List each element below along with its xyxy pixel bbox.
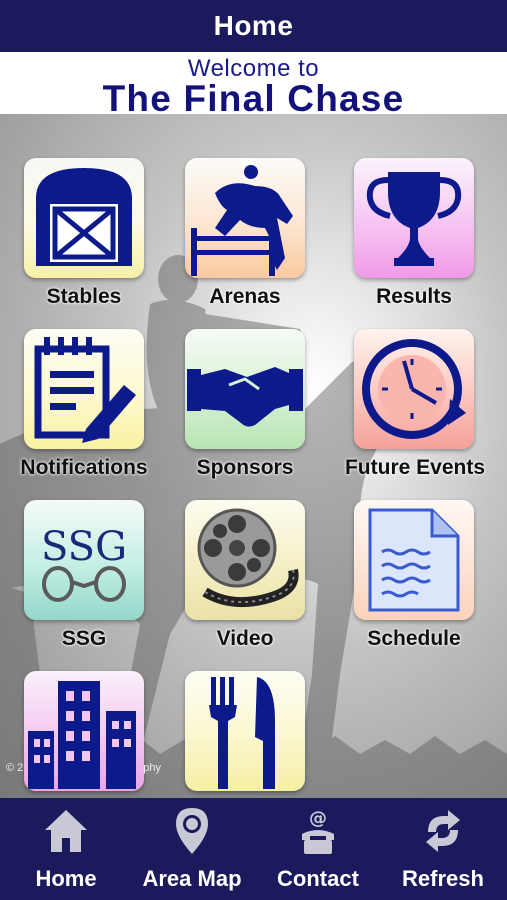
nav-area-map[interactable]: Area Map (130, 798, 254, 900)
house-icon (45, 810, 87, 852)
phone-icon: @ (302, 808, 334, 854)
nav-home[interactable]: Home (12, 798, 120, 900)
notifications-tile[interactable] (24, 329, 144, 449)
clock-icon (362, 339, 466, 439)
handshake-icon (187, 367, 303, 427)
notepad-pencil-icon (34, 337, 136, 443)
copyright-left: © 2 (6, 762, 24, 774)
tile-label-arenas: Arenas (209, 285, 281, 308)
show-jumping-icon (191, 165, 293, 276)
nav-contact[interactable]: @ Contact (262, 798, 374, 900)
fork-knife-icon (209, 677, 275, 789)
nav-area-map-label: Area Map (142, 866, 242, 891)
header-bar: Home (0, 0, 507, 52)
tile-label-sponsors: Sponsors (196, 456, 294, 479)
nav-contact-label: Contact (277, 866, 359, 891)
svg-text:@: @ (309, 808, 327, 829)
tile-label-video: Video (216, 627, 274, 650)
barn-icon (36, 168, 132, 266)
nav-home-label: Home (35, 866, 97, 891)
event-title: The Final Chase (102, 78, 405, 119)
page-title: Home (213, 10, 294, 41)
main-grid-area: Stables Arenas Results Notifications Spo… (0, 114, 507, 798)
nav-refresh-label: Refresh (402, 866, 484, 891)
sponsors-tile[interactable] (185, 329, 305, 449)
nav-refresh[interactable]: Refresh (388, 798, 498, 900)
welcome-banner: Welcome to The Final Chase (0, 52, 507, 119)
tile-label-notifications: Notifications (20, 456, 148, 479)
ssg-logo-text: SSG (41, 524, 127, 570)
copyright-right: phy (143, 762, 162, 774)
dining-tile[interactable] (185, 671, 305, 791)
document-icon (368, 508, 460, 612)
video-tile[interactable] (185, 500, 305, 620)
schedule-tile[interactable] (354, 500, 474, 620)
bottom-nav-bar: Home Area Map @ Contact Refresh (0, 798, 507, 900)
future-events-tile[interactable] (354, 329, 474, 449)
tile-label-results: Results (376, 285, 452, 308)
tile-label-schedule: Schedule (367, 627, 461, 650)
photo-copyright: © 2 phy (6, 762, 161, 774)
refresh-icon (426, 810, 460, 852)
trophy-icon (366, 172, 462, 266)
tile-label-future-events: Future Events (344, 456, 486, 479)
stables-tile[interactable] (24, 158, 144, 278)
arenas-tile[interactable] (185, 158, 305, 278)
results-tile[interactable] (354, 158, 474, 278)
map-pin-icon (176, 808, 208, 854)
tile-label-stables: Stables (46, 285, 122, 308)
tile-label-ssg: SSG (61, 627, 107, 650)
ssg-tile[interactable]: SSG (24, 500, 144, 620)
film-reel-icon (197, 508, 299, 608)
ssg-logo-icon: SSG (41, 524, 127, 602)
